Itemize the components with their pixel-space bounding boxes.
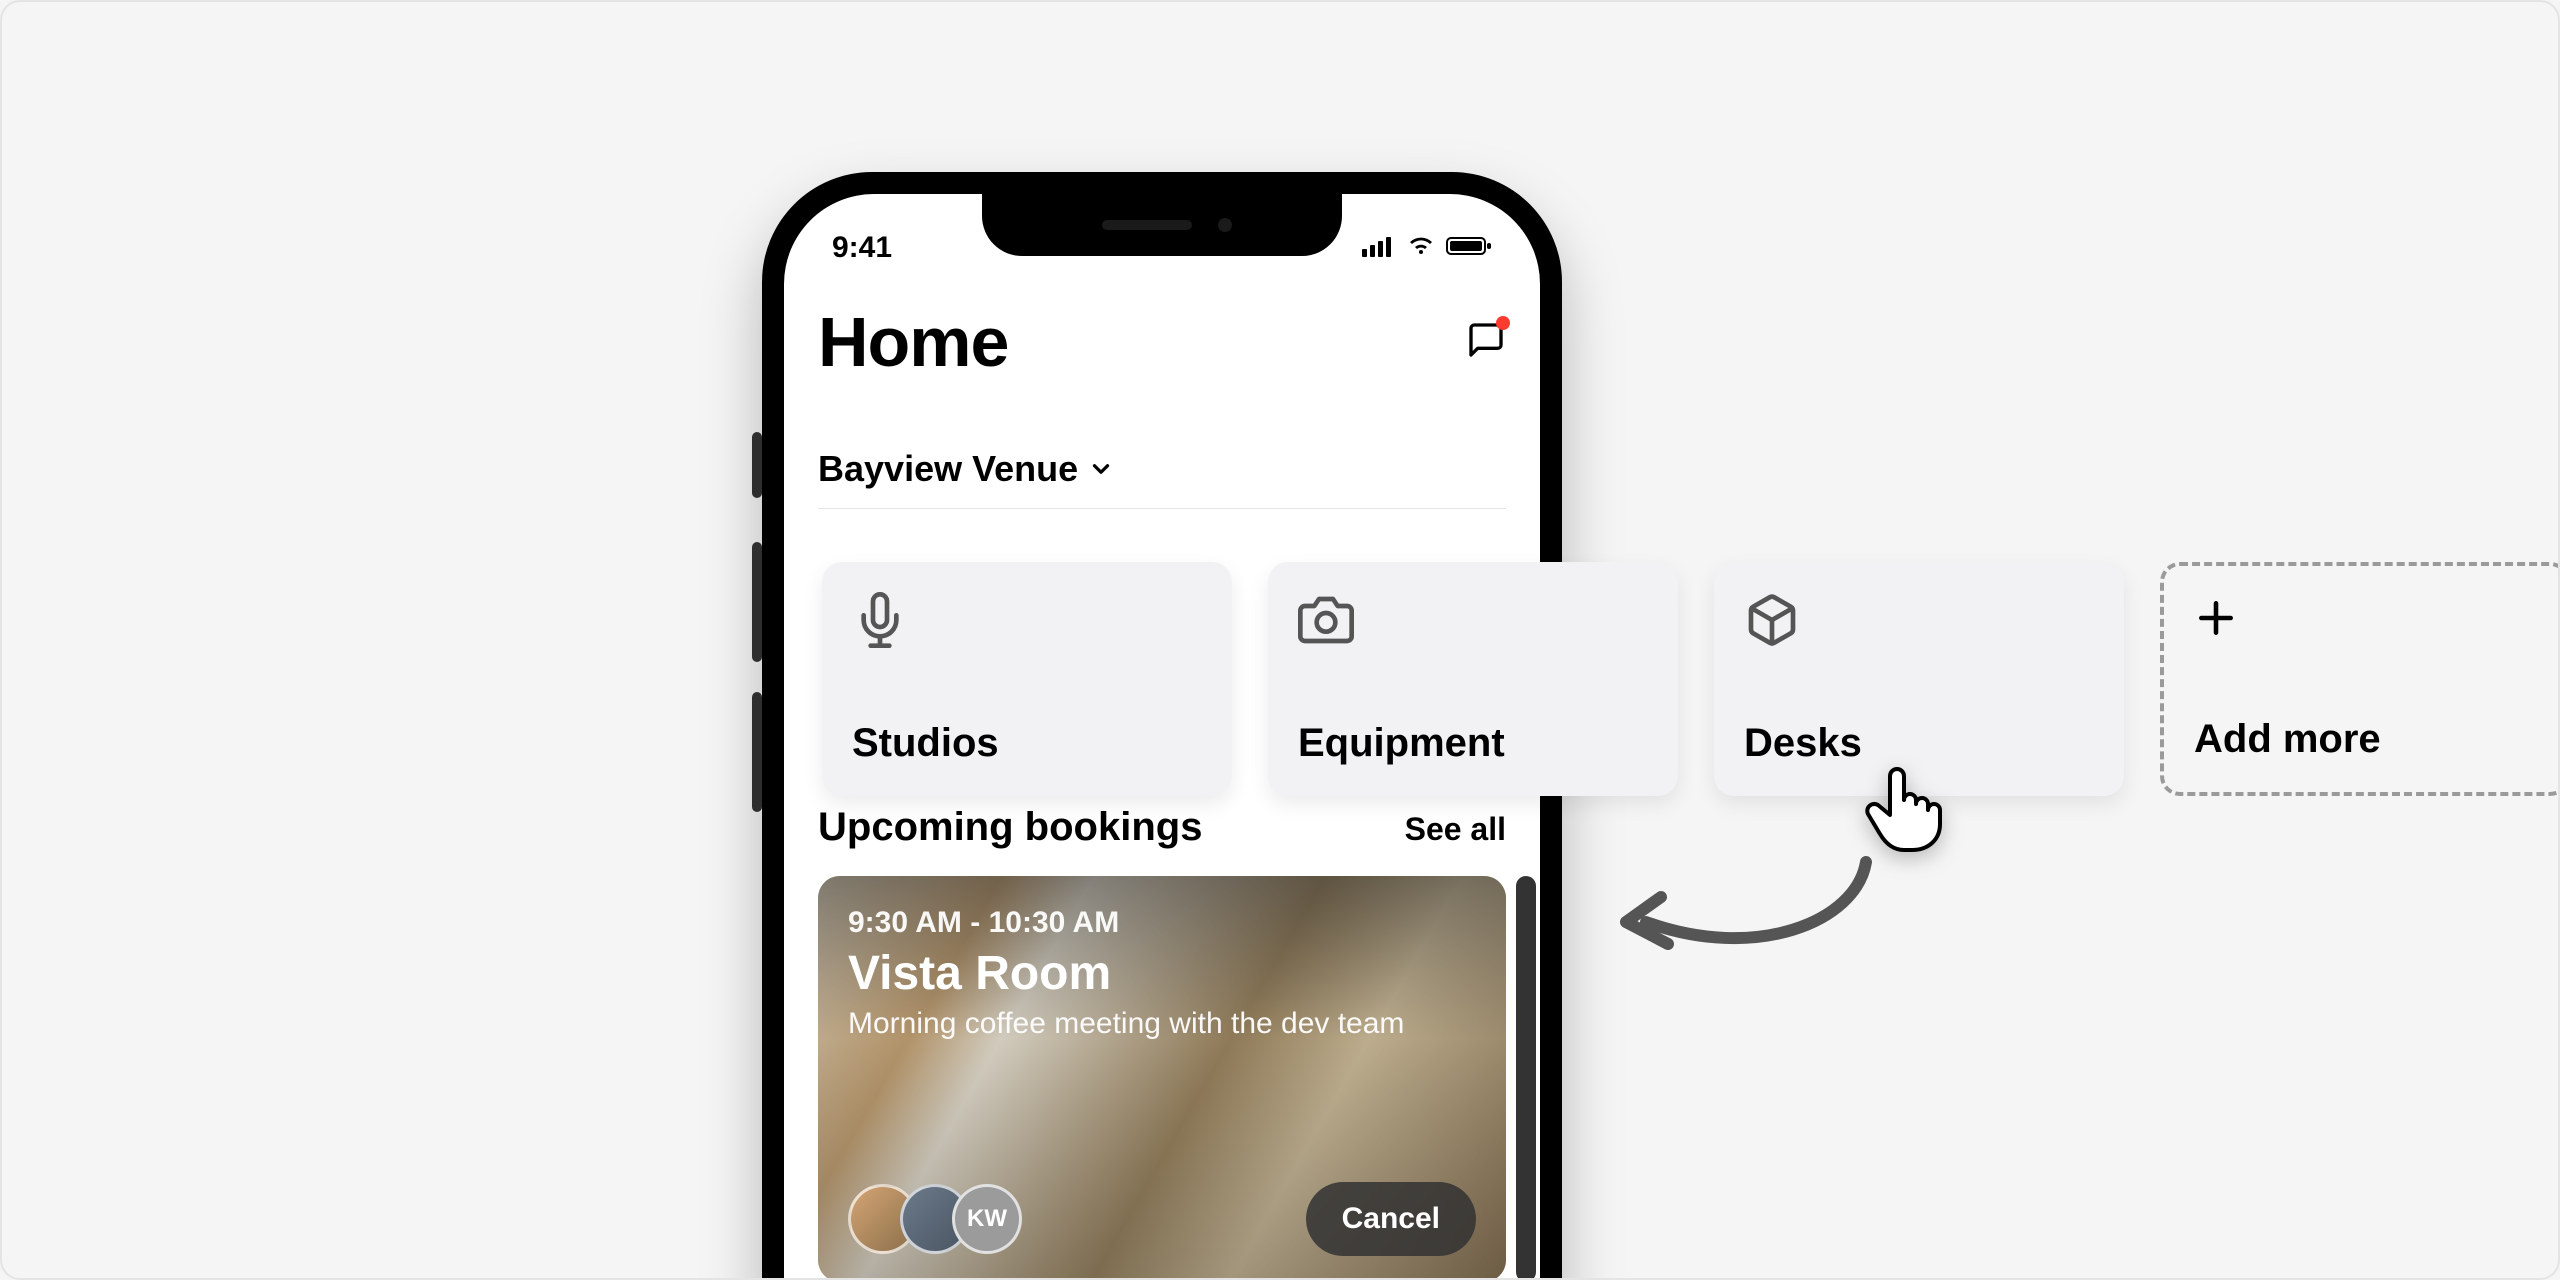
microphone-icon — [852, 592, 908, 648]
add-more-label: Add more — [2194, 717, 2536, 762]
booking-time: 9:30 AM - 10:30 AM — [848, 906, 1476, 940]
status-time: 9:41 — [832, 231, 892, 265]
wifi-icon — [1406, 231, 1436, 265]
camera-icon — [1298, 592, 1354, 648]
messages-button[interactable] — [1466, 320, 1506, 365]
cursor-hand-icon — [1860, 760, 1948, 857]
attendee-avatars: KW — [848, 1184, 1022, 1254]
battery-icon — [1446, 231, 1492, 265]
category-card-studios[interactable]: Studios — [822, 562, 1232, 796]
phone-mute-switch — [752, 432, 762, 498]
cancel-button[interactable]: Cancel — [1306, 1182, 1476, 1256]
booking-peek[interactable] — [1516, 876, 1536, 1280]
swipe-arrow-icon — [1606, 852, 1886, 977]
booking-room: Vista Room — [848, 946, 1476, 1001]
page-title: Home — [818, 302, 1008, 382]
phone-volume-up — [752, 542, 762, 662]
category-label: Studios — [852, 721, 1202, 766]
upcoming-see-all[interactable]: See all — [1405, 811, 1506, 848]
venue-selector[interactable]: Bayview Venue — [818, 448, 1506, 509]
upcoming-title: Upcoming bookings — [818, 805, 1202, 850]
plus-icon — [2194, 596, 2238, 640]
booking-card[interactable]: 9:30 AM - 10:30 AM Vista Room Morning co… — [818, 876, 1506, 1280]
category-cards-row: Studios Equipment Desks Add more — [822, 562, 2560, 796]
category-card-equipment[interactable]: Equipment — [1268, 562, 1678, 796]
booking-description: Morning coffee meeting with the dev team — [848, 1007, 1476, 1041]
venue-name: Bayview Venue — [818, 448, 1078, 490]
phone-notch — [982, 194, 1342, 256]
avatar: KW — [952, 1184, 1022, 1254]
phone-volume-down — [752, 692, 762, 812]
canvas: 9:41 Home — [0, 0, 2560, 1280]
category-label: Equipment — [1298, 721, 1648, 766]
notification-dot-icon — [1496, 316, 1510, 330]
add-more-card[interactable]: Add more — [2160, 562, 2560, 796]
chevron-down-icon — [1088, 456, 1114, 482]
cellular-icon — [1362, 231, 1396, 265]
cube-icon — [1744, 592, 1800, 648]
